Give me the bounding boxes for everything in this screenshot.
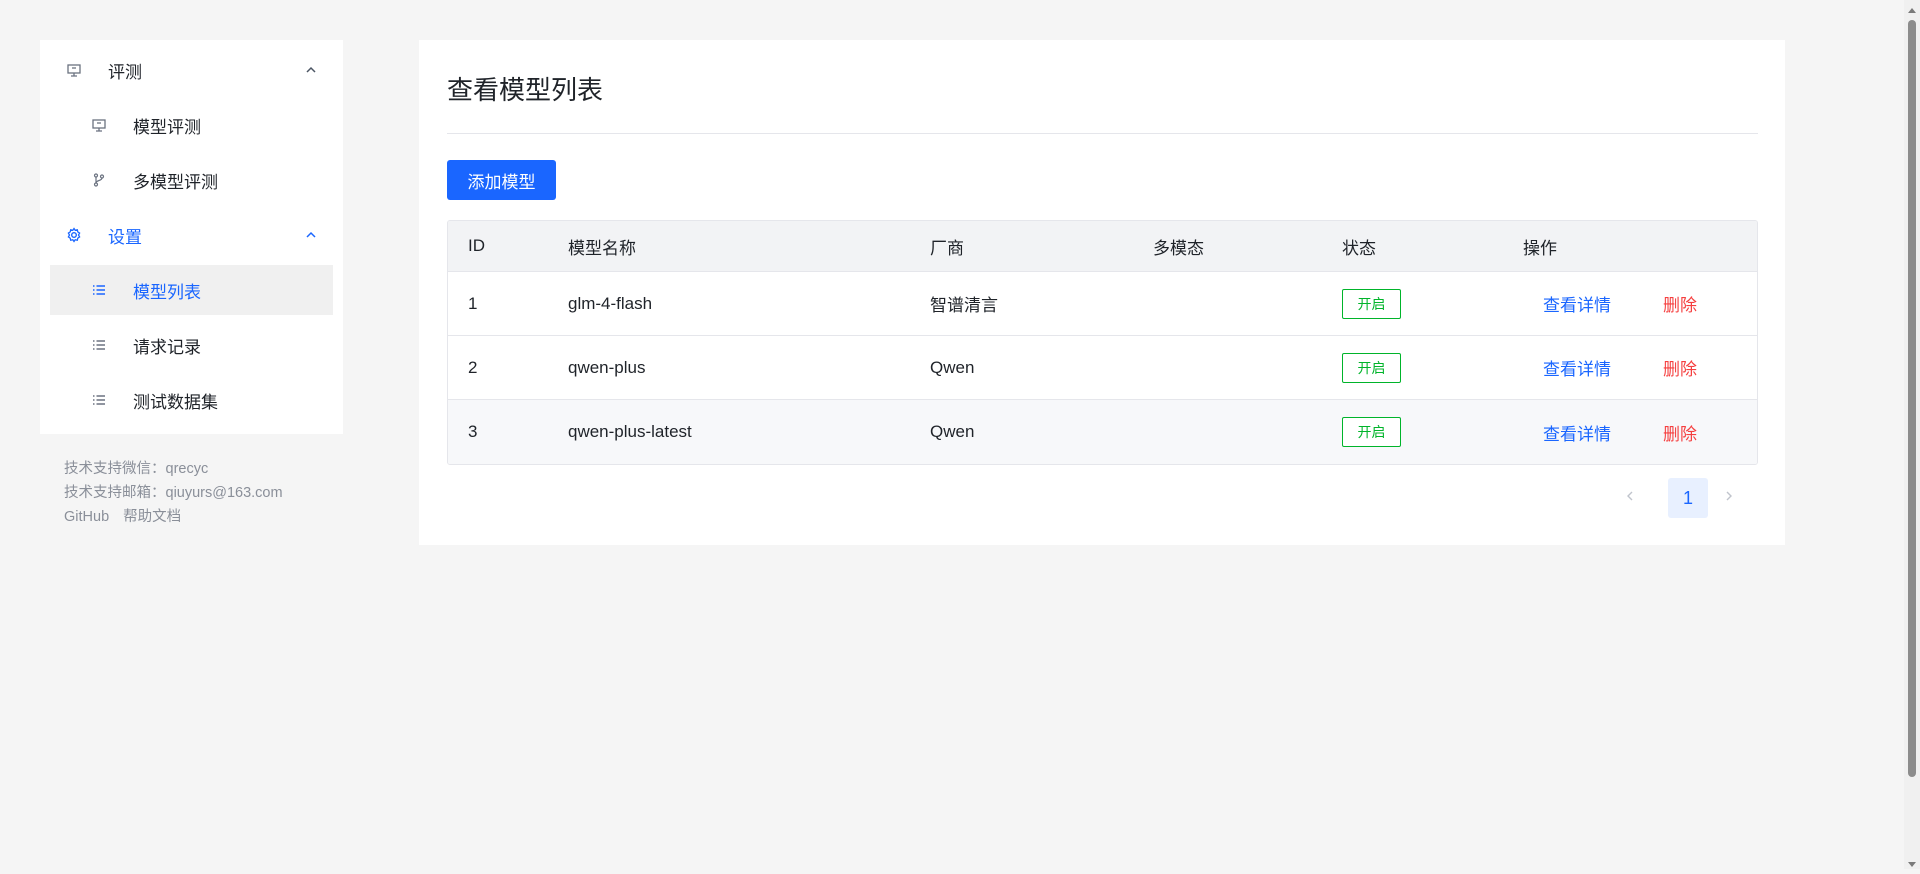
wechat-support: 技术支持微信：qrecyc [64, 457, 283, 481]
monitor-icon [90, 116, 108, 134]
github-link[interactable]: GitHub [64, 505, 109, 529]
sidebar-item-label: 模型列表 [133, 282, 201, 302]
table-row: 3 qwen-plus-latest Qwen 开启 查看详情 删除 [448, 400, 1757, 464]
cell-id: 3 [468, 422, 478, 441]
gear-icon [65, 226, 83, 244]
menu-group-settings[interactable]: 设置 [50, 210, 333, 260]
table-row: 2 qwen-plus Qwen 开启 查看详情 删除 [448, 336, 1757, 400]
column-header-vendor: 厂商 [930, 238, 964, 258]
column-header-name: 模型名称 [568, 238, 636, 258]
email-support: 技术支持邮箱：qiuyurs@163.com [64, 481, 283, 505]
cell-status: 开启 [1342, 288, 1401, 319]
divider [447, 133, 1758, 134]
support-info: 技术支持微信：qrecyc 技术支持邮箱：qiuyurs@163.com Git… [64, 457, 283, 529]
scroll-down-arrow-icon[interactable] [1907, 856, 1917, 867]
main-panel: 查看模型列表 添加模型 ID 模型名称 厂商 多模态 状态 操作 1 glm-4… [419, 40, 1785, 545]
cell-vendor: Qwen [930, 422, 975, 441]
pagination-page[interactable]: 1 [1668, 478, 1708, 518]
menu-group-label: 评测 [108, 62, 142, 82]
add-model-button[interactable]: 添加模型 [447, 160, 556, 200]
sidebar-item-test-dataset[interactable]: 测试数据集 [50, 375, 333, 425]
cell-name: qwen-plus-latest [568, 422, 692, 441]
delete-link[interactable]: 删除 [1663, 355, 1697, 380]
cell-vendor: Qwen [930, 357, 975, 377]
list-icon [90, 336, 108, 354]
page-title: 查看模型列表 [447, 75, 604, 105]
email-value: qiuyurs@163.com [165, 485, 283, 501]
table-row: 1 glm-4-flash 智谱清言 开启 查看详情 删除 [448, 272, 1757, 336]
sidebar-item-model-list[interactable]: 模型列表 [50, 265, 333, 315]
model-table: ID 模型名称 厂商 多模态 状态 操作 1 glm-4-flash 智谱清言 … [447, 220, 1758, 465]
column-header-id: ID [468, 236, 485, 255]
view-details-link[interactable]: 查看详情 [1543, 291, 1611, 316]
chevron-up-icon [303, 227, 319, 243]
sidebar-item-label: 请求记录 [133, 337, 201, 357]
branch-icon [90, 171, 108, 189]
delete-link[interactable]: 删除 [1663, 291, 1697, 316]
cell-vendor: 智谱清言 [930, 296, 998, 315]
cell-status: 开启 [1342, 352, 1401, 383]
chevron-left-icon [1624, 489, 1636, 507]
column-header-actions: 操作 [1523, 238, 1557, 258]
pagination-next-button[interactable] [1714, 478, 1744, 518]
list-icon [90, 391, 108, 409]
footer-links: GitHub 帮助文档 [64, 505, 283, 529]
sidebar-item-label: 模型评测 [133, 117, 201, 137]
sidebar-item-label: 测试数据集 [133, 392, 218, 412]
cell-status: 开启 [1342, 417, 1401, 447]
menu-group-evaluation[interactable]: 评测 [50, 45, 333, 95]
column-header-multimodal: 多模态 [1153, 238, 1204, 258]
scroll-up-arrow-icon[interactable] [1907, 3, 1917, 13]
sidebar: 评测 模型评测 多模型评测 设置 模型列表 请求记录 测试数据集 [40, 40, 343, 434]
delete-link[interactable]: 删除 [1663, 420, 1697, 445]
email-label: 技术支持邮箱： [64, 485, 166, 501]
cell-name: qwen-plus [568, 357, 646, 377]
docs-link[interactable]: 帮助文档 [123, 505, 181, 529]
sidebar-item-label: 多模型评测 [133, 172, 218, 192]
list-icon [90, 281, 108, 299]
cell-name: glm-4-flash [568, 293, 653, 313]
menu-group-label: 设置 [108, 227, 142, 247]
chevron-right-icon [1723, 489, 1735, 507]
pagination-prev-button[interactable] [1615, 478, 1645, 518]
vertical-scrollbar[interactable] [1904, 0, 1920, 869]
wechat-value: qrecyc [165, 461, 209, 477]
sidebar-item-request-log[interactable]: 请求记录 [50, 320, 333, 370]
sidebar-item-multi-model-evaluation[interactable]: 多模型评测 [50, 155, 333, 205]
column-header-status: 状态 [1342, 238, 1376, 258]
table-header: ID 模型名称 厂商 多模态 状态 操作 [448, 221, 1757, 272]
sidebar-item-model-evaluation[interactable]: 模型评测 [50, 100, 333, 150]
view-details-link[interactable]: 查看详情 [1543, 420, 1611, 445]
status-badge: 开启 [1342, 352, 1401, 383]
scrollbar-thumb[interactable] [1908, 20, 1916, 777]
cell-id: 2 [468, 357, 478, 377]
monitor-icon [65, 61, 83, 79]
wechat-label: 技术支持微信： [64, 461, 166, 477]
status-badge: 开启 [1342, 288, 1401, 319]
chevron-up-icon [303, 62, 319, 78]
status-badge: 开启 [1342, 417, 1401, 447]
view-details-link[interactable]: 查看详情 [1543, 355, 1611, 380]
cell-id: 1 [468, 293, 478, 313]
